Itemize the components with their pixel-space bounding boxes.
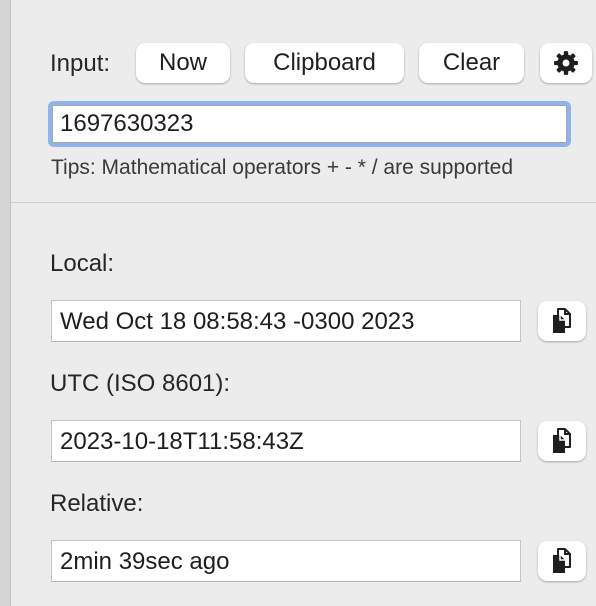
- timestamp-input-wrapper: [48, 101, 571, 147]
- clipboard-button[interactable]: Clipboard: [245, 43, 404, 83]
- timestamp-input[interactable]: [52, 105, 567, 143]
- relative-label: Relative:: [50, 490, 144, 517]
- input-label: Input:: [50, 50, 111, 77]
- local-time-field[interactable]: Wed Oct 18 08:58:43 -0300 2023: [51, 300, 521, 342]
- clear-button[interactable]: Clear: [419, 43, 524, 83]
- copy-relative-button[interactable]: [538, 541, 586, 581]
- utc-time-field[interactable]: 2023-10-18T11:58:43Z: [51, 420, 521, 462]
- now-button[interactable]: Now: [136, 43, 230, 83]
- window-left-edge: [0, 0, 11, 606]
- copy-utc-button[interactable]: [538, 421, 586, 461]
- utc-label: UTC (ISO 8601):: [50, 370, 231, 397]
- relative-time-field[interactable]: 2min 39sec ago: [51, 540, 521, 582]
- copy-icon: [550, 307, 574, 335]
- copy-icon: [550, 427, 574, 455]
- copy-local-button[interactable]: [538, 301, 586, 341]
- local-label: Local:: [50, 250, 115, 277]
- divider: [11, 202, 596, 203]
- gear-icon: [553, 50, 579, 76]
- settings-button[interactable]: [540, 43, 592, 83]
- copy-icon: [550, 547, 574, 575]
- tips-text: Tips: Mathematical operators + - * / are…: [51, 156, 514, 179]
